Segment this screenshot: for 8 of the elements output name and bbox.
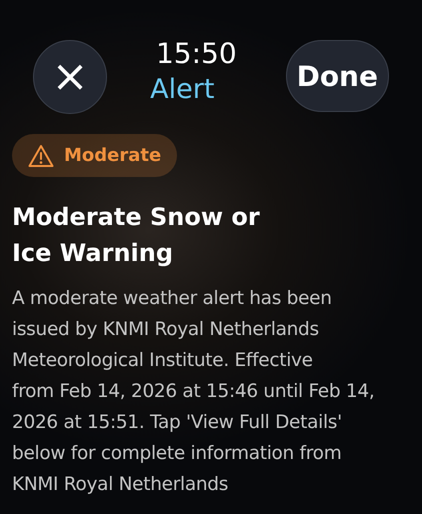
close-button[interactable]: ×: [33, 40, 107, 114]
screen-title: Alert: [150, 73, 214, 107]
clock-time: 15:50: [156, 36, 237, 72]
done-button[interactable]: Done: [286, 40, 389, 112]
warning-icon: [28, 144, 54, 168]
alert-headline: Moderate Snow or Ice Warning: [12, 202, 261, 269]
alert-description: A moderate weather alert has been issued by KNMI Royal Netherlands Meteorological Institute. Effective from Feb 14, 2026 at 15:46 until Feb 14, 2026 at 15:51. Tap 'View Full Details' below for complete information from KNMI Royal Netherlands: [12, 287, 376, 497]
severity-badge: Moderate: [12, 134, 178, 177]
